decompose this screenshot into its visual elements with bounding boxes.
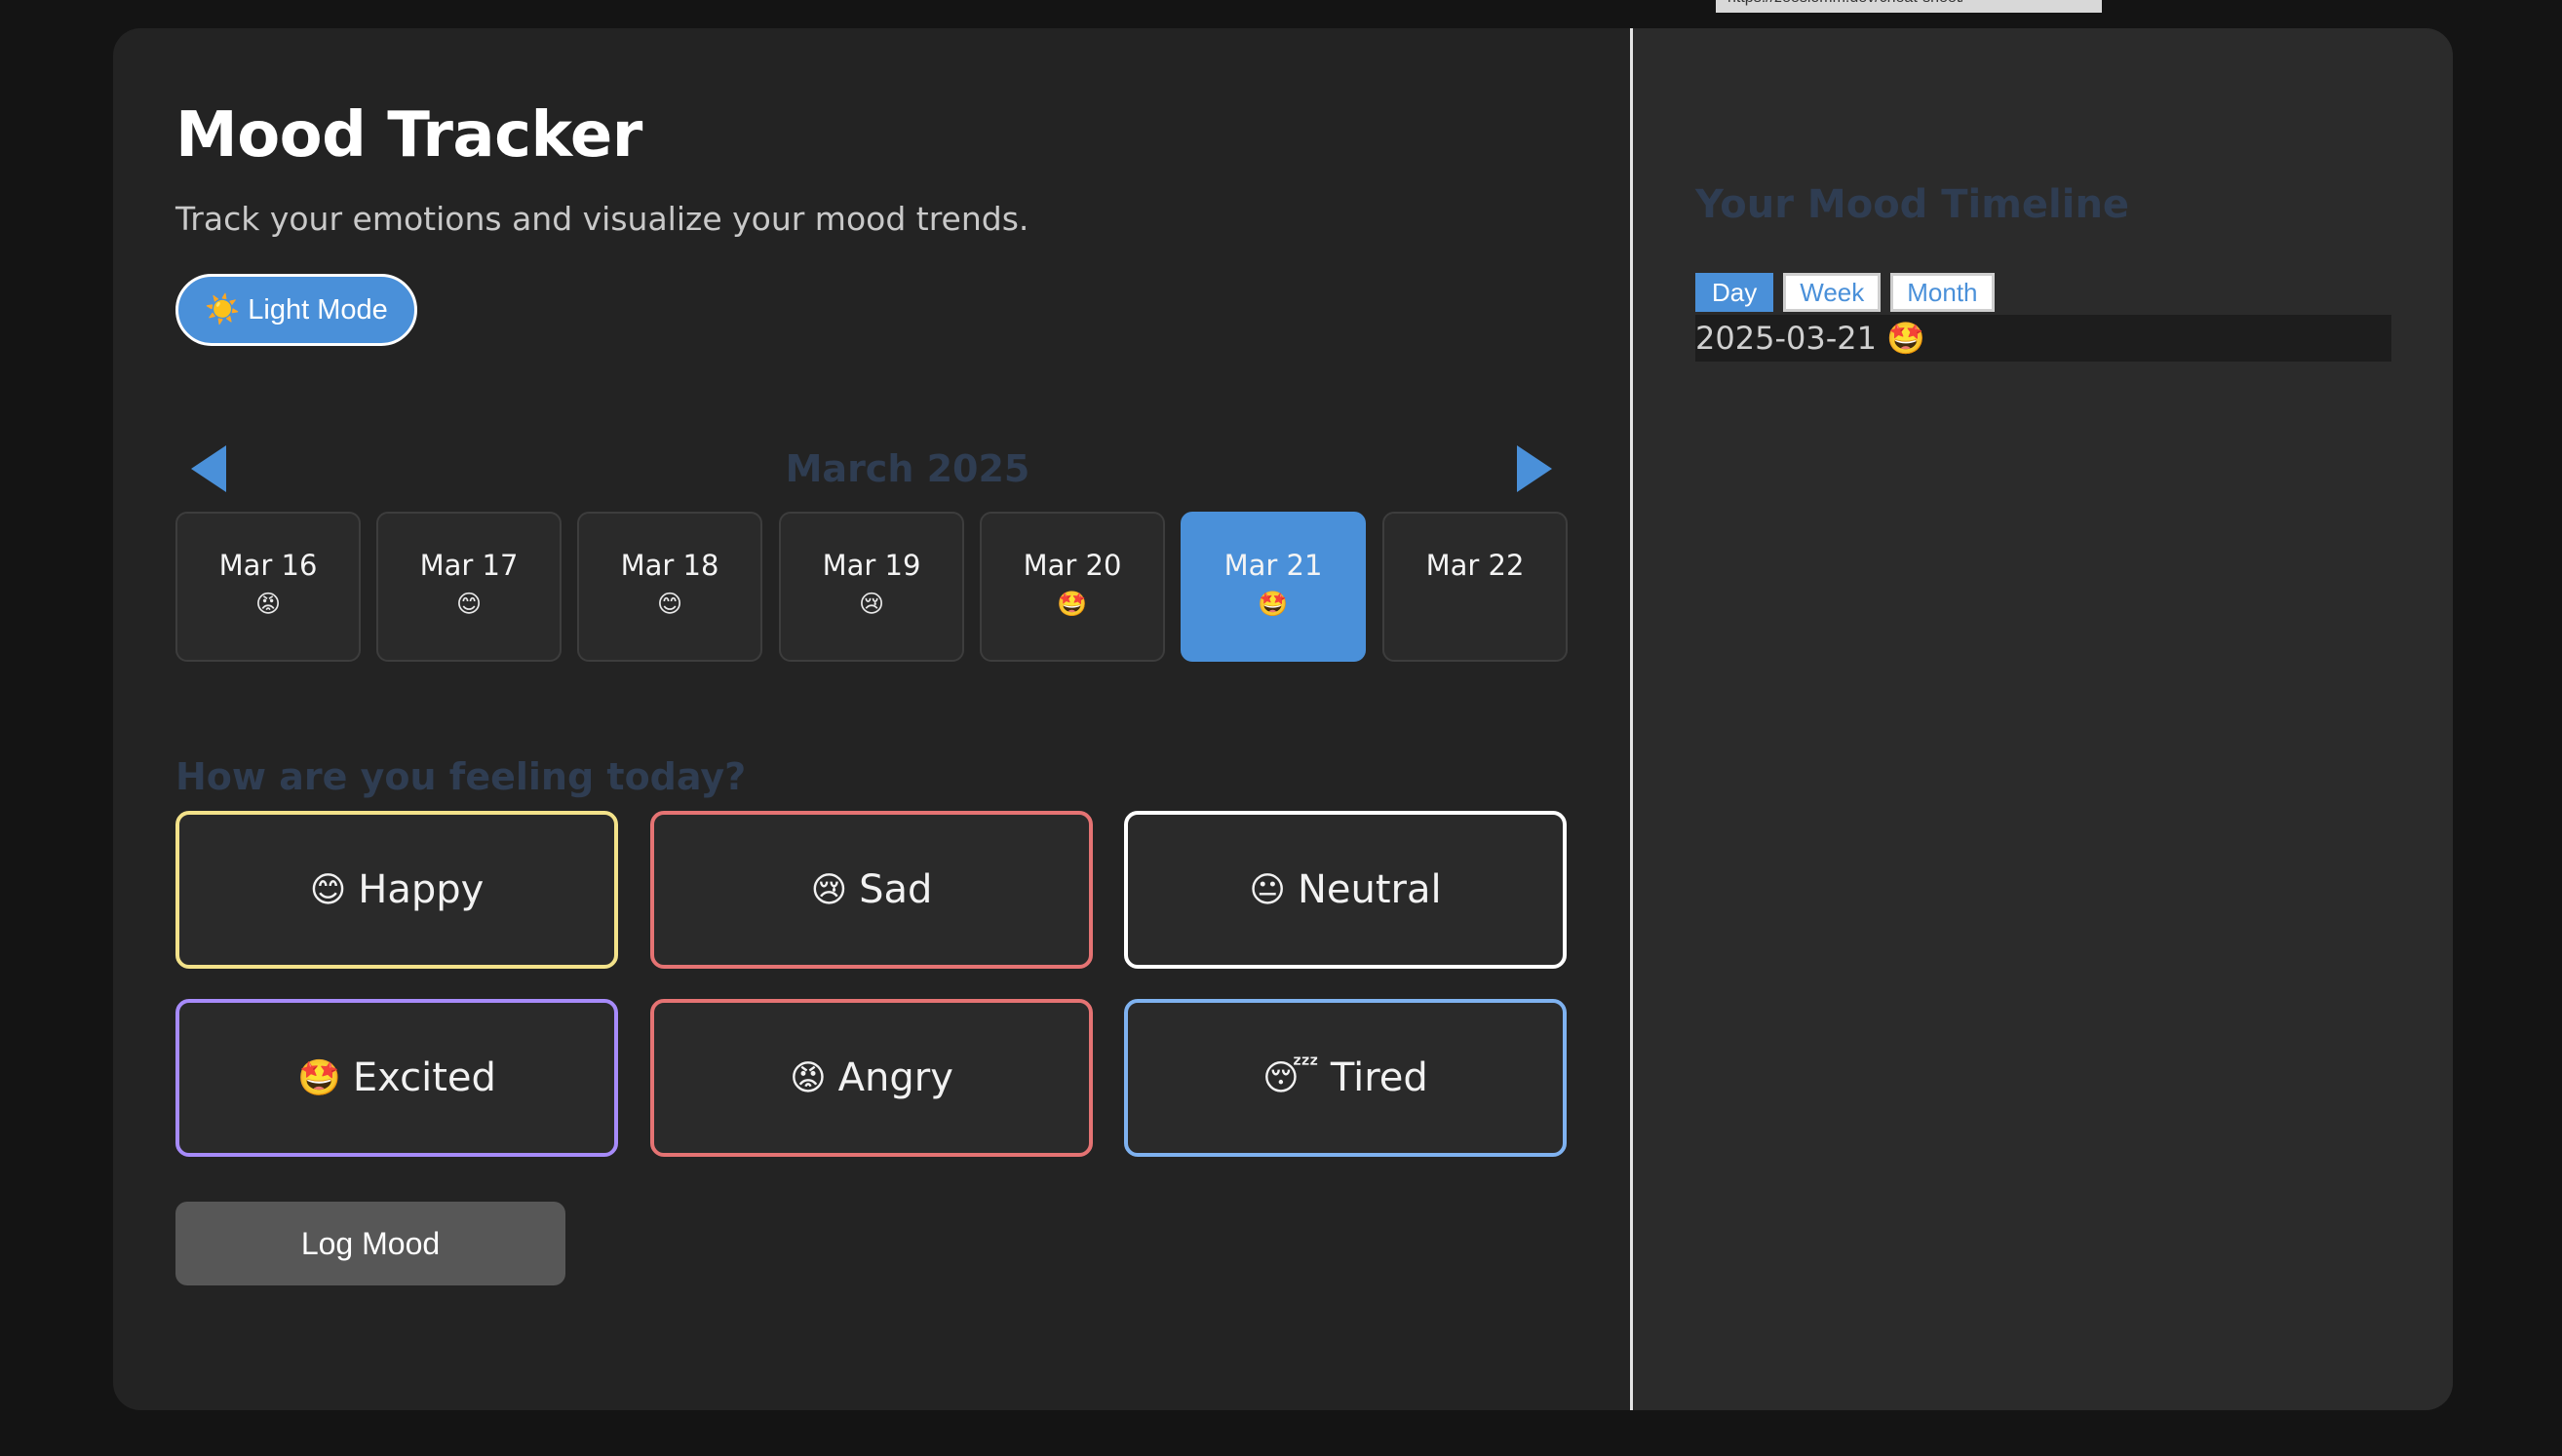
prev-week-icon[interactable]: [191, 445, 226, 492]
day-date: Mar 20: [1023, 549, 1122, 582]
next-week-icon[interactable]: [1517, 445, 1552, 492]
day-card-mar-21[interactable]: Mar 21 🤩: [1181, 512, 1366, 662]
angry-face-icon: 😡: [254, 590, 282, 618]
mood-label: Neutral: [1297, 867, 1442, 912]
tab-month[interactable]: Month: [1890, 273, 1995, 312]
mood-button-angry[interactable]: 😡 Angry: [650, 999, 1093, 1157]
timeline-entry: 2025-03-21 🤩: [1695, 315, 2391, 362]
day-card-mar-19[interactable]: Mar 19 😢: [779, 512, 964, 662]
day-date: Mar 19: [822, 549, 921, 582]
crying-face-icon: 😢: [810, 869, 848, 910]
mood-button-sad[interactable]: 😢 Sad: [650, 811, 1093, 969]
sleeping-face-icon: 😴: [1262, 1057, 1319, 1098]
day-card-mar-16[interactable]: Mar 16 😡: [175, 512, 361, 662]
theme-toggle-label: Light Mode: [248, 293, 388, 326]
day-date: Mar 16: [218, 549, 318, 582]
theme-toggle-button[interactable]: ☀️ Light Mode: [175, 274, 417, 346]
day-date: Mar 17: [419, 549, 519, 582]
mood-button-excited[interactable]: 🤩 Excited: [175, 999, 618, 1157]
mood-button-neutral[interactable]: 😐 Neutral: [1124, 811, 1567, 969]
day-card-mar-17[interactable]: Mar 17 😊: [376, 512, 562, 662]
day-card-mar-18[interactable]: Mar 18 😊: [577, 512, 762, 662]
timeline-tabs: Day Week Month: [1695, 273, 1995, 312]
mood-button-happy[interactable]: 😊 Happy: [175, 811, 618, 969]
smiling-face-icon: 😊: [309, 869, 347, 910]
mood-label: Excited: [352, 1055, 496, 1100]
star-struck-face-icon: 🤩: [1258, 590, 1289, 618]
star-struck-face-icon: 🤩: [1886, 320, 1925, 357]
mood-label: Happy: [358, 867, 485, 912]
star-struck-face-icon: 🤩: [297, 1058, 341, 1098]
mood-label: Tired: [1330, 1055, 1428, 1100]
main-panel: Mood Tracker Track your emotions and vis…: [113, 28, 1630, 1410]
mood-tracker-app: Mood Tracker Track your emotions and vis…: [113, 28, 2453, 1410]
month-label: March 2025: [785, 447, 1030, 490]
tab-week[interactable]: Week: [1783, 273, 1882, 312]
smiling-face-icon: 😊: [656, 590, 683, 618]
tab-day[interactable]: Day: [1695, 273, 1774, 312]
mood-question: How are you feeling today?: [175, 755, 747, 798]
timeline-entry-date: 2025-03-21: [1695, 320, 1877, 357]
day-card-mar-22[interactable]: Mar 22: [1382, 512, 1568, 662]
day-date: Mar 21: [1223, 549, 1323, 582]
url-tooltip: https://zeeslomm.dev/cheat-sheet/: [1716, 0, 2102, 13]
log-mood-button[interactable]: Log Mood: [175, 1202, 565, 1285]
day-date: Mar 22: [1425, 549, 1525, 582]
neutral-face-icon: 😐: [1249, 869, 1286, 910]
smiling-face-icon: 😊: [455, 590, 483, 618]
week-strip: Mar 16 😡 Mar 17 😊 Mar 18 😊 Mar 19 😢 Mar …: [175, 512, 1570, 662]
page-title: Mood Tracker: [175, 99, 642, 172]
crying-face-icon: 😢: [858, 590, 885, 618]
page-subtitle: Track your emotions and visualize your m…: [175, 200, 1029, 238]
timeline-title: Your Mood Timeline: [1695, 182, 2130, 227]
timeline-panel: Your Mood Timeline Day Week Month 2025-0…: [1630, 28, 2453, 1410]
mood-button-tired[interactable]: 😴 Tired: [1124, 999, 1567, 1157]
angry-face-icon: 😡: [790, 1057, 827, 1098]
mood-label: Angry: [837, 1055, 953, 1100]
day-date: Mar 18: [620, 549, 719, 582]
day-card-mar-20[interactable]: Mar 20 🤩: [980, 512, 1165, 662]
star-struck-face-icon: 🤩: [1057, 590, 1088, 618]
sun-icon: ☀️: [205, 294, 241, 326]
mood-label: Sad: [859, 867, 933, 912]
